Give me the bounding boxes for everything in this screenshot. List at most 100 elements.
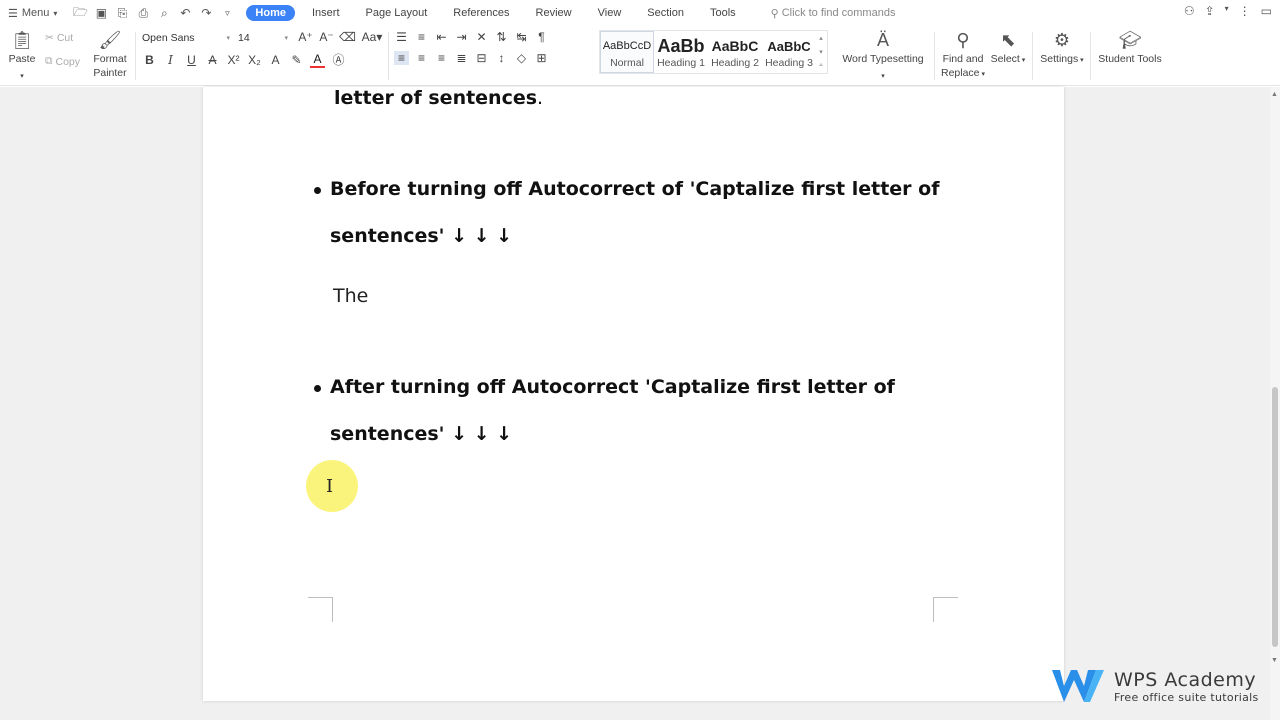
highlight-icon[interactable]: ✎: [289, 53, 304, 67]
tab-insert[interactable]: Insert: [299, 5, 353, 21]
distribute-icon[interactable]: ⊟: [474, 51, 489, 65]
font-size-select[interactable]: 14 ▾: [234, 29, 292, 47]
open-folder-icon[interactable]: 🗁: [73, 3, 88, 24]
italic-icon[interactable]: I: [163, 53, 178, 67]
bold-icon[interactable]: B: [142, 53, 157, 67]
tab-view[interactable]: View: [585, 5, 635, 21]
student-tools-button[interactable]: 🎓︎ Student Tools: [1098, 28, 1162, 66]
style-heading-2[interactable]: AaBbC Heading 2: [708, 31, 762, 73]
borders-icon[interactable]: ⊞: [534, 51, 549, 65]
scroll-up-icon[interactable]: ▲: [1271, 91, 1278, 98]
wps-academy-title: WPS Academy: [1114, 668, 1257, 691]
style-name: Heading 2: [711, 57, 759, 69]
underline-icon[interactable]: U: [184, 53, 199, 67]
font-color-icon[interactable]: A: [310, 52, 325, 68]
vertical-scrollbar[interactable]: ▲ ▼: [1270, 87, 1280, 720]
tab-section[interactable]: Section: [634, 5, 697, 21]
align-right-icon[interactable]: ≡: [434, 51, 449, 65]
style-preview: AaBbC: [767, 38, 811, 54]
expand-icon: ⩡: [819, 62, 823, 69]
copy-button[interactable]: ⧉ Copy: [45, 55, 80, 68]
customize-toolbar-icon[interactable]: ▿: [220, 8, 234, 19]
command-search[interactable]: ⚲ Click to find commands: [771, 7, 896, 20]
cut-button[interactable]: ✂ Cut: [45, 32, 73, 44]
copy-label: Copy: [55, 55, 81, 68]
align-center-icon[interactable]: ≡: [414, 51, 429, 65]
menu-label: Menu: [21, 7, 50, 19]
decrease-indent-icon[interactable]: ⇤: [434, 30, 449, 44]
chevron-down-icon: ▾: [284, 35, 288, 42]
styles-scroll[interactable]: ▴ ▾ ⩡: [816, 31, 826, 73]
more-options-icon[interactable]: ⋮: [1239, 4, 1251, 18]
format-painter-label-2: Painter: [93, 67, 127, 79]
tab-home[interactable]: Home: [246, 5, 295, 21]
scroll-down-icon[interactable]: ▼: [1271, 657, 1278, 664]
export-icon[interactable]: ⎘: [115, 6, 129, 21]
collaborate-icon[interactable]: ⚇: [1184, 4, 1195, 18]
paste-button[interactable]: 📋︎ Paste ▾: [6, 28, 38, 84]
cut-label: Cut: [56, 32, 74, 44]
numbered-list-icon[interactable]: ≡: [414, 30, 429, 44]
wps-logo-icon: [1052, 670, 1104, 702]
increase-font-icon[interactable]: A⁺: [298, 30, 313, 44]
align-left-icon[interactable]: ≡: [394, 51, 409, 65]
select-label: Select: [990, 53, 1020, 65]
word-typesetting-button[interactable]: Ä Word Typesetting ▾: [840, 28, 926, 84]
change-case-icon[interactable]: Aa▾: [361, 30, 383, 44]
style-heading-3[interactable]: AaBbC Heading 3: [762, 31, 816, 73]
find-replace-button[interactable]: ⚲ Find and Replace ▾: [940, 28, 986, 82]
paintbrush-icon: 🖌︎: [98, 29, 122, 50]
main-menu-button[interactable]: ☰ Menu ▾: [0, 2, 65, 24]
tab-page-layout[interactable]: Page Layout: [353, 5, 441, 21]
print-preview-icon[interactable]: ⌕: [157, 6, 171, 21]
clear-format-icon[interactable]: ⌫: [339, 30, 356, 44]
style-heading-1[interactable]: AaBb Heading 1: [654, 31, 708, 73]
superscript-icon[interactable]: X²: [226, 53, 241, 67]
margin-corner-mark: [933, 597, 958, 622]
increase-indent-icon[interactable]: ⇥: [454, 30, 469, 44]
chevron-down-icon[interactable]: ▾: [1225, 4, 1229, 18]
bullet-1-line-2: sentences' ↓ ↓ ↓: [330, 225, 513, 247]
print-icon[interactable]: ⎙: [136, 6, 150, 21]
find-replace-label-2: Replace: [941, 67, 980, 79]
bullet-dot: [314, 385, 321, 392]
typesetting-icon: Ä: [876, 29, 889, 50]
sort-icon[interactable]: ⇅: [494, 30, 509, 44]
scrollbar-thumb[interactable]: [1272, 387, 1278, 647]
share-icon[interactable]: ⇪: [1205, 4, 1215, 18]
comment-icon[interactable]: ▭: [1261, 4, 1272, 18]
justify-icon[interactable]: ≣: [454, 51, 469, 65]
strikethrough-icon[interactable]: A: [205, 53, 220, 67]
chinese-layout-icon[interactable]: ✕: [474, 30, 489, 44]
text-cursor-icon: I: [326, 476, 334, 497]
tab-references[interactable]: References: [440, 5, 522, 21]
tab-review[interactable]: Review: [523, 5, 585, 21]
style-normal[interactable]: AaBbCcD Normal: [600, 31, 654, 73]
fragment-text: letter of sentences: [334, 87, 538, 109]
bullet-list-icon[interactable]: ☰: [394, 30, 409, 44]
text-direction-icon[interactable]: ↹: [514, 30, 529, 44]
ribbon-tabs: Home Insert Page Layout References Revie…: [246, 5, 748, 21]
subscript-icon[interactable]: X₂: [247, 53, 262, 67]
chevron-up-icon: ▴: [819, 35, 823, 42]
margin-corner-mark: [308, 597, 333, 622]
document-page[interactable]: letter of sentences. Before turning off …: [203, 87, 1064, 701]
line-spacing-icon[interactable]: ↕: [494, 51, 509, 65]
decrease-font-icon[interactable]: A⁻: [319, 30, 334, 44]
shading-icon[interactable]: ◇: [514, 51, 529, 65]
undo-icon[interactable]: ↶: [178, 6, 192, 20]
text-effect-icon[interactable]: A: [268, 53, 283, 67]
tab-tools[interactable]: Tools: [697, 5, 749, 21]
redo-icon[interactable]: ↷: [199, 6, 213, 20]
save-icon[interactable]: ▣: [94, 6, 108, 20]
font-name-select[interactable]: Open Sans ▾: [138, 29, 234, 47]
settings-button[interactable]: ⚙ Settings ▾: [1038, 28, 1086, 68]
fragment-period: .: [537, 87, 544, 109]
show-marks-icon[interactable]: ¶: [534, 30, 549, 44]
character-shading-icon[interactable]: Ⓐ: [331, 51, 346, 68]
select-button[interactable]: ⬉ Select ▾: [990, 28, 1026, 68]
find-replace-label-1: Find and: [942, 53, 984, 65]
format-painter-button[interactable]: 🖌︎ Format Painter: [90, 28, 130, 80]
font-format-tools: B I U A X² X₂ A ✎ A Ⓐ: [142, 51, 346, 68]
search-placeholder: Click to find commands: [781, 7, 896, 19]
